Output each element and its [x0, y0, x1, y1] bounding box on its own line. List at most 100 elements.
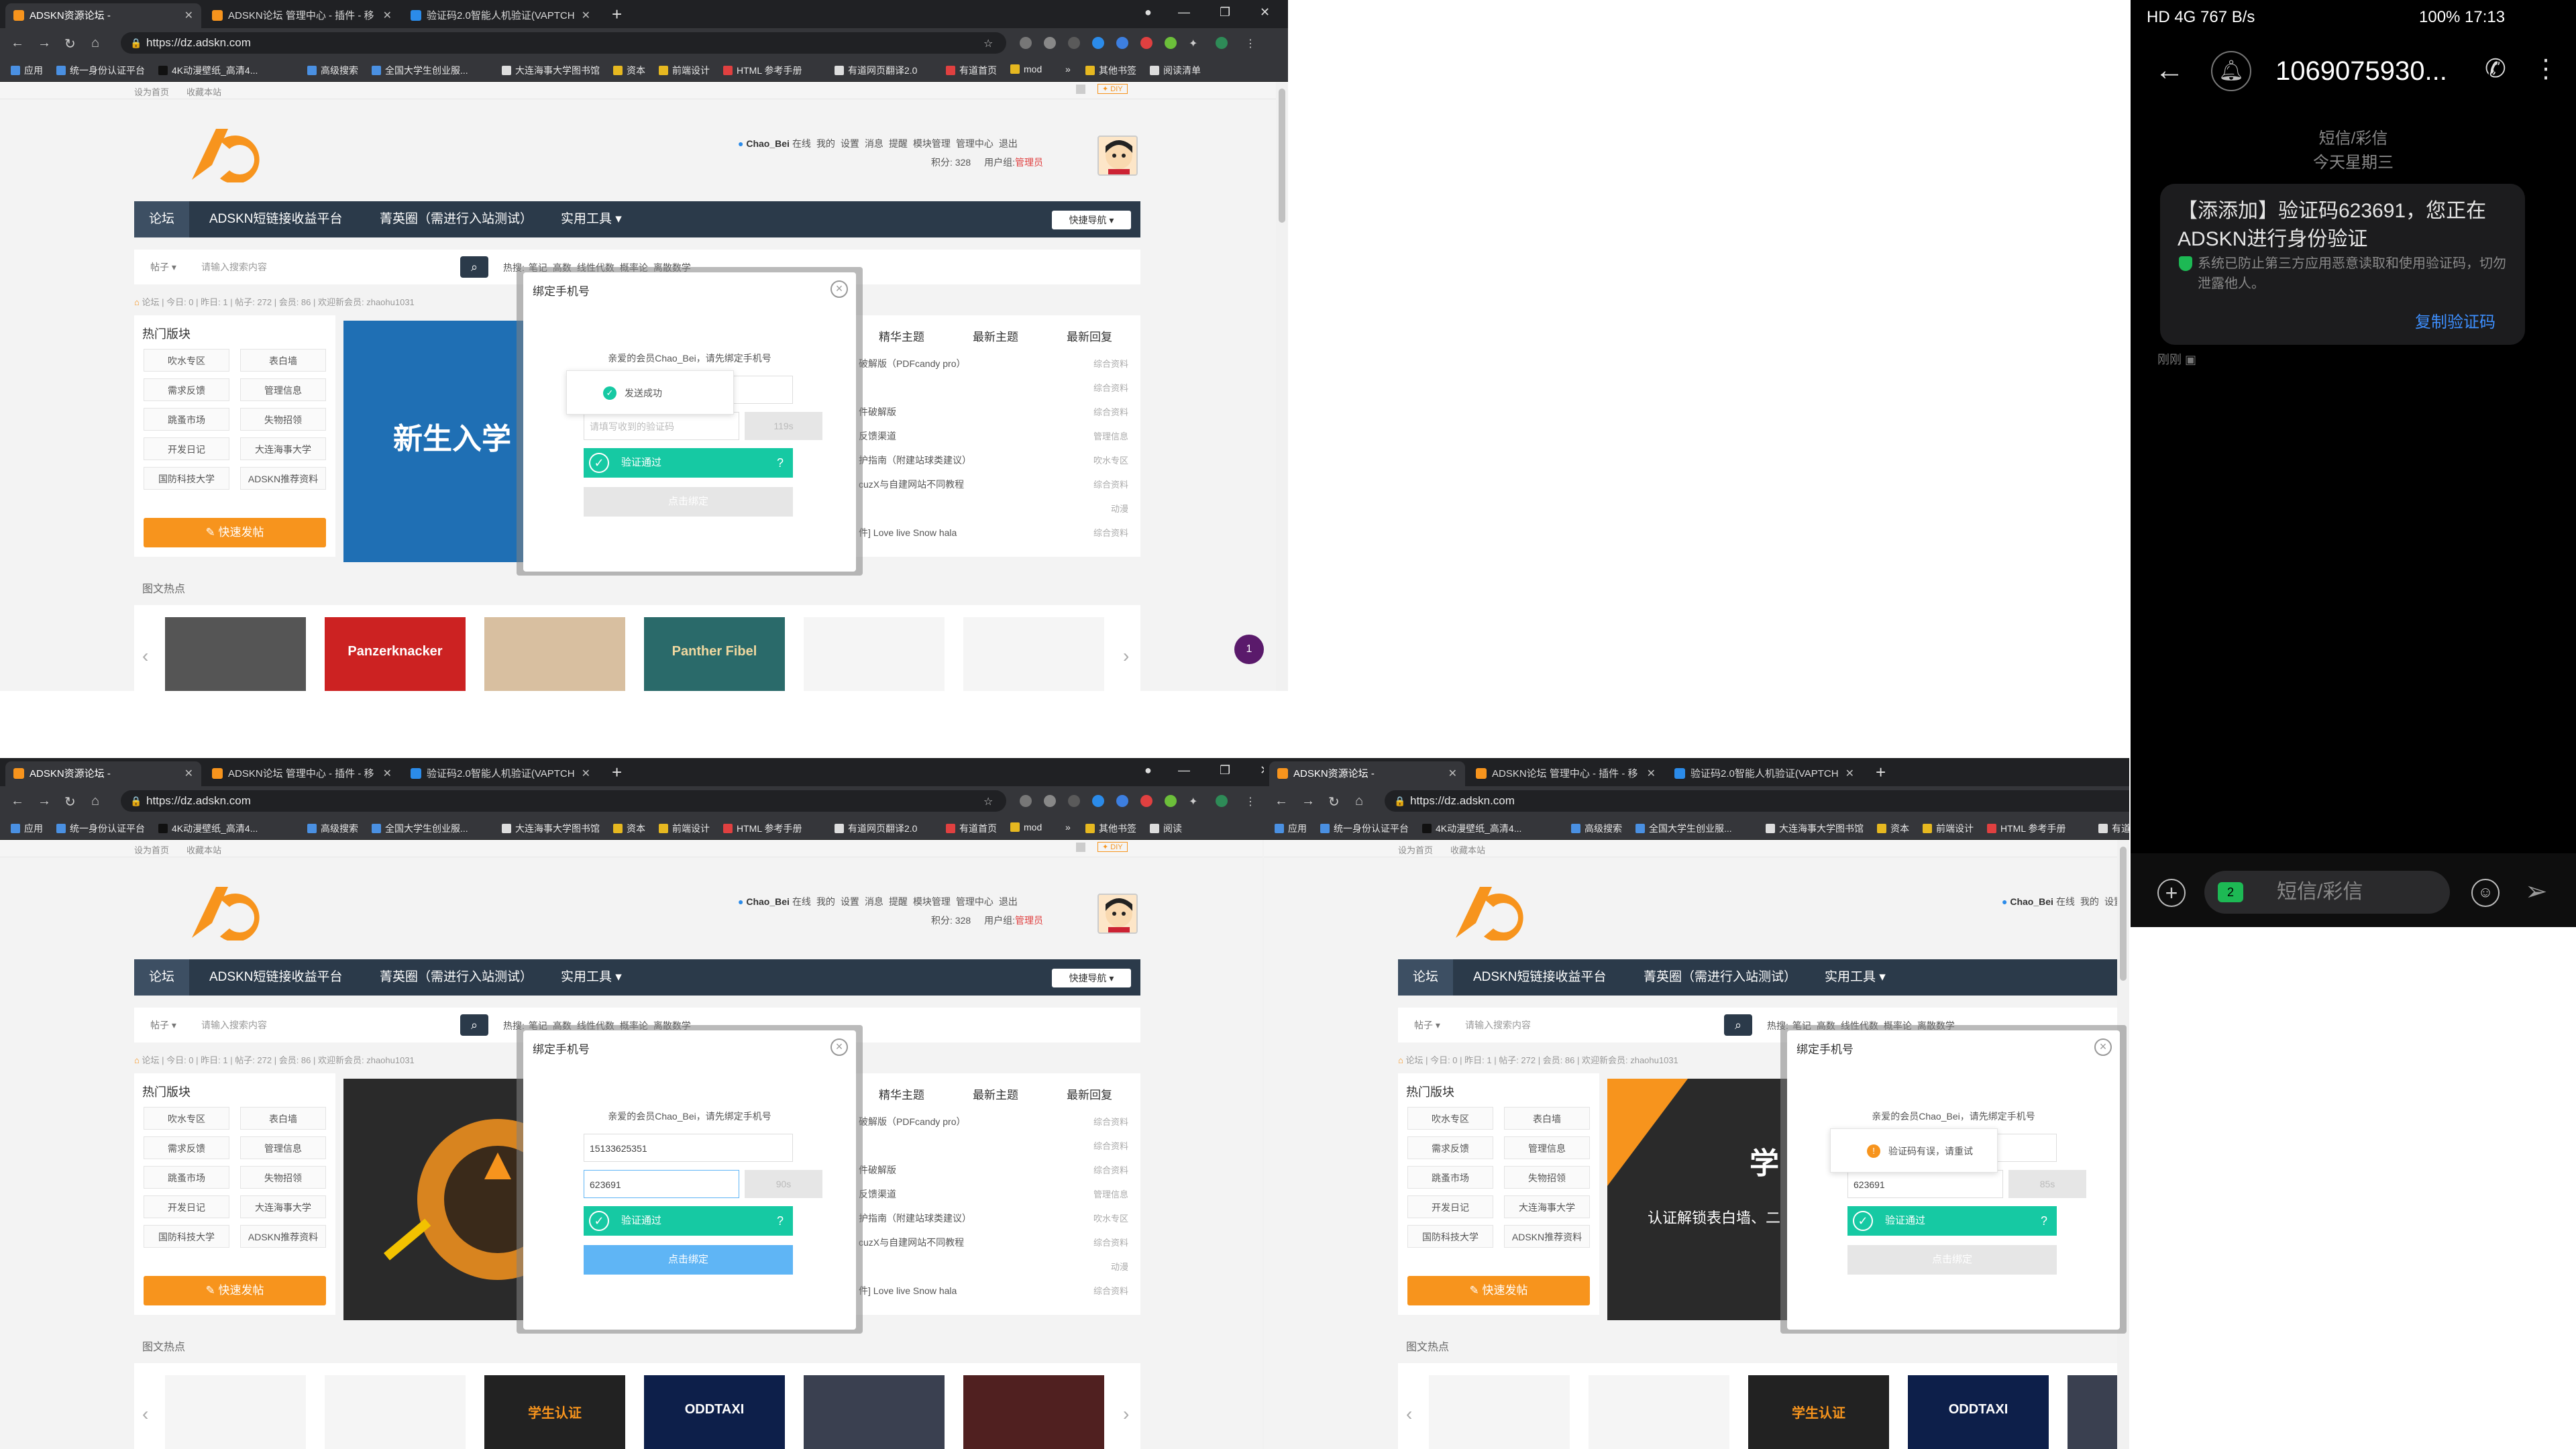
reload-icon[interactable]: ↻ [64, 36, 76, 52]
bookmark-item[interactable]: 应用 [1275, 822, 1307, 835]
address-bar[interactable]: 🔒 https://dz.adskn.com [1385, 790, 2129, 812]
set-homepage-link[interactable]: 设为首页 [134, 843, 169, 856]
bookmark-site-link[interactable]: 收藏本站 [186, 85, 221, 98]
avatar[interactable] [1097, 136, 1138, 176]
scrollbar-thumb[interactable] [1279, 89, 1285, 223]
puzzle-icon[interactable]: ✦ [1189, 37, 1201, 50]
thread-link[interactable]: 件] Love live Snow hala [859, 526, 957, 539]
search-input[interactable]: 请输入搜索内容 [199, 256, 453, 278]
thread-board[interactable]: 综合资料 [1093, 357, 1128, 370]
carousel-prev-icon[interactable]: ‹ [1406, 1403, 1412, 1425]
bookmark-item[interactable]: 全国大学生创业服... [372, 822, 468, 835]
thread-board[interactable]: 吹水专区 [1093, 1212, 1128, 1224]
thread-board[interactable]: 综合资料 [1093, 1139, 1128, 1152]
help-icon[interactable]: ? [777, 1206, 784, 1236]
bookmark-item[interactable]: 大连海事大学图书馆 [1766, 822, 1864, 835]
phone-field[interactable]: 15133625351 [584, 1134, 793, 1162]
new-tab-button[interactable]: + [612, 4, 622, 25]
minimize-icon[interactable]: — [1178, 763, 1190, 777]
extension-shield-icon[interactable] [1020, 37, 1032, 49]
scrollbar-thumb[interactable] [2120, 847, 2127, 981]
bookmark-item[interactable]: mod [1010, 822, 1042, 833]
carousel-next-icon[interactable]: › [1123, 645, 1129, 667]
thread-link[interactable]: 破解版（PDFcandy pro） [859, 357, 965, 370]
profile-avatar[interactable] [1216, 37, 1228, 49]
bookmark-item[interactable]: 大连海事大学图书馆 [502, 64, 600, 77]
quick-post-button[interactable]: ✎ 快速发帖 [144, 1276, 326, 1305]
search-icon[interactable]: ⌕ [1724, 1014, 1752, 1036]
thread-board[interactable]: 吹水专区 [1093, 453, 1128, 466]
image-thumbnail[interactable] [804, 1375, 945, 1449]
board-link[interactable]: 需求反馈 [144, 1136, 229, 1159]
nav-shortlink[interactable]: ADSKN短链接收益平台 [209, 959, 342, 996]
nav-elite[interactable]: 菁英圈（需进行入站测试） [380, 959, 533, 996]
quick-nav-button[interactable]: 快捷导航 ▾ [1052, 969, 1131, 987]
bookmark-item[interactable]: 4K动漫壁纸_高清4... [158, 64, 258, 77]
bookmark-item[interactable]: 统一身份认证平台 [56, 822, 145, 835]
bookmark-item[interactable]: 应用 [11, 64, 43, 77]
record-icon[interactable]: ● [1144, 763, 1152, 777]
points[interactable]: 积分: 328 [931, 915, 971, 926]
points[interactable]: 积分: 328 [931, 157, 971, 168]
nav-tools[interactable]: 实用工具 ▾ [561, 959, 622, 996]
thread-link[interactable]: cuzX与自建网站不同教程 [859, 478, 964, 491]
code-field[interactable]: 623691 [584, 1170, 739, 1198]
thread-link[interactable]: 件破解版 [859, 1163, 896, 1177]
back-icon[interactable]: ← [1275, 794, 1288, 809]
image-thumbnail[interactable]: ODDTAXI [644, 1375, 785, 1449]
captcha-verified[interactable]: ✓ 验证通过? [1847, 1206, 2057, 1236]
extension-icon[interactable] [1044, 795, 1056, 807]
sim-selector[interactable]: 2 [2218, 882, 2243, 902]
board-link[interactable]: 国防科技大学 [1407, 1225, 1493, 1248]
tab-featured[interactable]: 精华主题 [879, 1085, 924, 1102]
user-link[interactable]: 模块管理 [913, 138, 951, 149]
tab-admin[interactable]: ADSKN论坛 管理中心 - 插件 - 移 ✕ [204, 3, 400, 28]
quick-nav-button[interactable]: 快捷导航 ▾ [1052, 211, 1131, 229]
quick-post-button[interactable]: ✎ 快速发帖 [144, 518, 326, 547]
bookmark-item[interactable]: 有道首页 [946, 64, 997, 77]
extension-shield-icon[interactable] [1020, 795, 1032, 807]
bookmark-site-link[interactable]: 收藏本站 [1450, 843, 1485, 856]
image-thumbnail[interactable]: 学生认证 [1748, 1375, 1889, 1449]
tab-newest[interactable]: 最新主题 [973, 1085, 1018, 1102]
bookmark-item[interactable]: mod [1010, 64, 1042, 74]
copy-code-button[interactable]: 复制验证码 [2415, 309, 2496, 332]
image-thumbnail[interactable] [963, 1375, 1104, 1449]
close-tab-icon[interactable]: ✕ [1845, 761, 1854, 786]
bookmark-item[interactable]: 统一身份认证平台 [56, 64, 145, 77]
sms-countdown-button[interactable]: 90s [745, 1170, 822, 1198]
quick-post-button[interactable]: ✎ 快速发帖 [1407, 1276, 1590, 1305]
board-link[interactable]: ADSKN推荐资料 [240, 1225, 326, 1248]
bookmark-item[interactable]: 大连海事大学图书馆 [502, 822, 600, 835]
carousel-prev-icon[interactable]: ‹ [142, 645, 148, 667]
bookmark-item[interactable]: 统一身份认证平台 [1320, 822, 1409, 835]
bookmark-item[interactable]: 高级搜索 [307, 822, 358, 835]
extension-icon[interactable] [1140, 795, 1152, 807]
board-link[interactable]: 大连海事大学 [240, 1195, 326, 1218]
page-scrollbar[interactable] [1276, 82, 1288, 691]
tab-vaptcha[interactable]: 验证码2.0智能人机验证(VAPTCH ✕ [402, 3, 598, 28]
tab-admin[interactable]: ADSKN论坛 管理中心 - 插件 - 移 ✕ [204, 761, 400, 786]
new-tab-button[interactable]: + [612, 762, 622, 783]
rss-icon[interactable] [1076, 85, 1085, 94]
close-tab-icon[interactable]: ✕ [184, 3, 193, 28]
nav-forum[interactable]: 论坛 [134, 959, 190, 996]
board-link[interactable]: 跳蚤市场 [144, 408, 229, 431]
thread-board[interactable]: 管理信息 [1093, 1187, 1128, 1200]
reload-icon[interactable]: ↻ [64, 794, 76, 810]
user-link[interactable]: 模块管理 [913, 896, 951, 907]
username-link[interactable]: Chao_Bei [746, 138, 790, 149]
board-link[interactable]: 失物招领 [240, 1166, 326, 1189]
board-link[interactable]: 吹水专区 [144, 349, 229, 372]
star-icon[interactable]: ☆ [983, 795, 996, 808]
diy-button[interactable]: ✦ DIY [1097, 84, 1128, 94]
extension-icon[interactable] [1044, 37, 1056, 49]
user-link[interactable]: 管理中心 [956, 896, 994, 907]
user-link[interactable]: 退出 [999, 138, 1018, 149]
bind-button[interactable]: 点击绑定 [584, 487, 793, 517]
board-link[interactable]: 失物招领 [1504, 1166, 1590, 1189]
board-link[interactable]: 国防科技大学 [144, 1225, 229, 1248]
search-type-select[interactable]: 帖子 ▾ [1414, 1018, 1440, 1032]
board-link[interactable]: 管理信息 [240, 1136, 326, 1159]
image-thumbnail[interactable] [325, 1375, 466, 1449]
